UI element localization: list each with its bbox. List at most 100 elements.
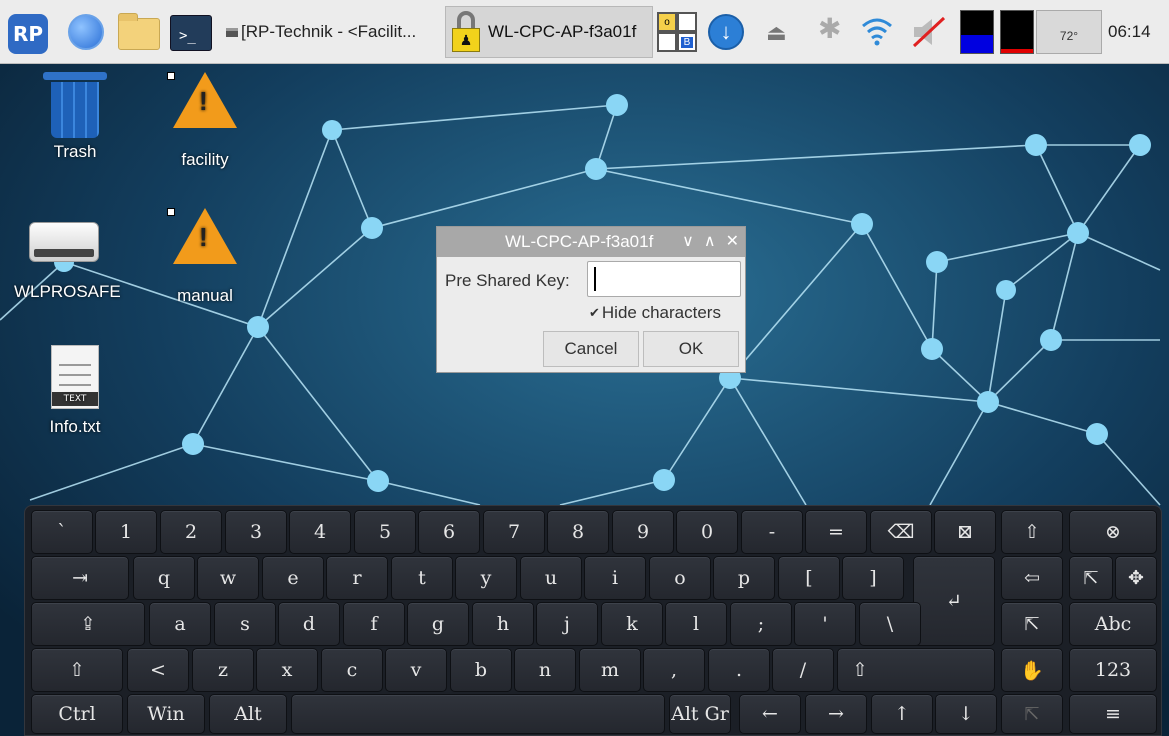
key-shift-left[interactable]: ⇧ xyxy=(31,648,123,692)
key-0[interactable]: 0 xyxy=(676,510,738,554)
key-minus[interactable]: - xyxy=(741,510,803,554)
keyboard-layout-icon[interactable]: o B xyxy=(655,10,699,56)
key-semicolon[interactable]: ; xyxy=(730,602,792,646)
key-123[interactable]: 123 xyxy=(1069,648,1157,692)
key-s[interactable]: s xyxy=(214,602,276,646)
clock[interactable]: 06:14 xyxy=(1108,0,1151,64)
key-n[interactable]: n xyxy=(514,648,576,692)
key-z[interactable]: z xyxy=(192,648,254,692)
key-backtick[interactable]: ` xyxy=(31,510,93,554)
maximize-icon[interactable]: ∧ xyxy=(704,231,716,251)
desktop-icon-trash[interactable]: Trash xyxy=(25,72,125,162)
key-6[interactable]: 6 xyxy=(418,510,480,554)
key-g[interactable]: g xyxy=(407,602,469,646)
desktop-icon-wlprosafe[interactable]: WLPROSAFE xyxy=(14,222,121,302)
key-i[interactable]: i xyxy=(584,556,646,600)
minimize-icon[interactable]: ∨ xyxy=(682,231,694,251)
key-3[interactable]: 3 xyxy=(225,510,287,554)
key-7[interactable]: 7 xyxy=(483,510,545,554)
key-period[interactable]: . xyxy=(708,648,770,692)
file-manager-folder-icon[interactable] xyxy=(118,13,160,50)
key-win[interactable]: Win xyxy=(127,694,205,734)
key-click-mode[interactable]: ⇱ xyxy=(1001,694,1063,734)
dialog-titlebar[interactable]: WL-CPC-AP-f3a01f ∨ ∧ ✕ xyxy=(437,227,745,257)
key-less-than[interactable]: < xyxy=(127,648,189,692)
key-9[interactable]: 9 xyxy=(612,510,674,554)
key-caps-lock[interactable]: ⇪ xyxy=(31,602,145,646)
key-e[interactable]: e xyxy=(262,556,324,600)
key-1[interactable]: 1 xyxy=(95,510,157,554)
key-p[interactable]: p xyxy=(713,556,775,600)
volume-muted-icon[interactable] xyxy=(910,14,950,50)
wifi-icon[interactable] xyxy=(860,14,894,48)
key-arrow-left[interactable]: ← xyxy=(739,694,801,734)
desktop-icon-info-txt[interactable]: Info.txt xyxy=(25,345,125,437)
bluetooth-icon[interactable]: ✱ xyxy=(818,12,841,45)
key-w[interactable]: w xyxy=(197,556,259,600)
key-h[interactable]: h xyxy=(472,602,534,646)
key-q[interactable]: q xyxy=(133,556,195,600)
key-space[interactable] xyxy=(291,694,665,734)
key-enter[interactable]: ↵ xyxy=(913,556,995,646)
download-updates-icon[interactable]: ↓ xyxy=(708,14,744,50)
key-left-bracket[interactable]: [ xyxy=(778,556,840,600)
taskbar-item-wlan[interactable]: ♟ WL-CPC-AP-f3a01f xyxy=(445,6,653,58)
key-k[interactable]: k xyxy=(601,602,663,646)
key-arrow-up[interactable]: ↑ xyxy=(871,694,933,734)
key-o[interactable]: o xyxy=(649,556,711,600)
key-alt-gr[interactable]: Alt Gr xyxy=(669,694,731,734)
key-2[interactable]: 2 xyxy=(160,510,222,554)
key-u[interactable]: u xyxy=(520,556,582,600)
browser-globe-icon[interactable] xyxy=(68,14,104,50)
key-close[interactable]: ⊗ xyxy=(1069,510,1157,554)
key-shift-lock[interactable]: ⇧ xyxy=(1001,510,1063,554)
key-a[interactable]: a xyxy=(149,602,211,646)
key-b[interactable]: b xyxy=(450,648,512,692)
desktop-icon-manual[interactable]: ! manual xyxy=(155,208,255,306)
key-move[interactable]: ✥ xyxy=(1115,556,1157,600)
key-comma[interactable]: , xyxy=(643,648,705,692)
key-arrow-down[interactable]: ↓ xyxy=(935,694,997,734)
key-hand[interactable]: ✋ xyxy=(1001,648,1063,692)
taskbar-item-facility[interactable]: [RP-Technik - <Facilit... xyxy=(226,0,436,64)
terminal-icon[interactable]: >_ xyxy=(170,15,212,51)
key-tab[interactable]: ⇥ xyxy=(31,556,129,600)
key-cursor[interactable]: ⇱ xyxy=(1001,602,1063,646)
key-abc[interactable]: Abc xyxy=(1069,602,1157,646)
key-left-arrow-alt[interactable]: ⇦ xyxy=(1001,556,1063,600)
menu-logo-icon[interactable]: RP xyxy=(8,14,48,54)
key-slash[interactable]: / xyxy=(772,648,834,692)
key-j[interactable]: j xyxy=(536,602,598,646)
key-y[interactable]: y xyxy=(455,556,517,600)
key-ctrl[interactable]: Ctrl xyxy=(31,694,123,734)
key-right-bracket[interactable]: ] xyxy=(842,556,904,600)
key-r[interactable]: r xyxy=(326,556,388,600)
key-t[interactable]: t xyxy=(391,556,453,600)
hide-characters-checkbox[interactable]: ✔ Hide characters xyxy=(589,303,721,323)
key-quote[interactable]: ' xyxy=(794,602,856,646)
psk-input[interactable] xyxy=(587,261,741,297)
cancel-button[interactable]: Cancel xyxy=(543,331,639,367)
eject-icon[interactable]: ⏏ xyxy=(766,20,787,46)
desktop-icon-facility[interactable]: ! facility xyxy=(155,72,255,170)
key-arrow-right[interactable]: → xyxy=(805,694,867,734)
key-alt[interactable]: Alt xyxy=(209,694,287,734)
key-equals[interactable]: = xyxy=(805,510,867,554)
key-backspace[interactable]: ⌫ xyxy=(870,510,932,554)
key-f[interactable]: f xyxy=(343,602,405,646)
key-l[interactable]: l xyxy=(665,602,727,646)
key-5[interactable]: 5 xyxy=(354,510,416,554)
close-icon[interactable]: ✕ xyxy=(726,231,739,251)
ok-button[interactable]: OK xyxy=(643,331,739,367)
key-d[interactable]: d xyxy=(278,602,340,646)
key-c[interactable]: c xyxy=(321,648,383,692)
key-menu[interactable]: ≡ xyxy=(1069,694,1157,734)
key-v[interactable]: v xyxy=(385,648,447,692)
key-pointer[interactable]: ⇱ xyxy=(1069,556,1113,600)
key-delete[interactable]: ⊠ xyxy=(934,510,996,554)
key-shift-right[interactable]: ⇧ xyxy=(837,648,995,692)
key-m[interactable]: m xyxy=(579,648,641,692)
key-backslash[interactable]: \ xyxy=(859,602,921,646)
key-4[interactable]: 4 xyxy=(289,510,351,554)
key-8[interactable]: 8 xyxy=(547,510,609,554)
